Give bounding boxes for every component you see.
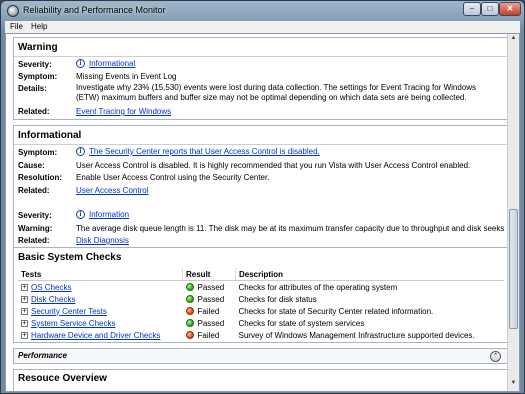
performance-title: Performance (18, 351, 67, 360)
details-label: Details: (18, 84, 47, 93)
scroll-up-icon[interactable]: ▲ (509, 35, 518, 45)
result-cell: Passed (183, 293, 236, 305)
menu-bar: File Help (5, 21, 520, 33)
resource-overview-title: Resouce Overview (18, 373, 107, 384)
description-cell: Checks for state of Security Center rela… (238, 306, 434, 316)
table-row: + OS Checks Passed Checks for attributes of… (18, 281, 504, 294)
table-row: + System Service Checks Passed Checks for s… (18, 317, 504, 329)
info-icon: i (76, 210, 85, 220)
symptom-value: i The Security Center reports that User A… (76, 147, 320, 157)
system-checks-section: Basic System Checks Tests Result Descrip… (13, 247, 508, 343)
resolution-value: Enable User Access Control using the Sec… (76, 173, 270, 182)
warning-label: Warning: (18, 224, 53, 233)
close-button[interactable]: ✕ (499, 2, 521, 16)
severity-link[interactable]: Information (89, 210, 129, 219)
result-text: Failed (197, 306, 220, 316)
expand-icon[interactable]: + (21, 331, 28, 339)
system-checks-title: Basic System Checks (18, 252, 122, 263)
description-cell: Checks for state of system services (238, 318, 365, 328)
test-link[interactable]: Disk Checks (31, 295, 75, 304)
title-bar[interactable]: Reliability and Performance Monitor – □ … (1, 1, 524, 21)
result-cell: Failed (183, 329, 236, 341)
test-link[interactable]: OS Checks (31, 283, 71, 292)
severity-link[interactable]: Informational (89, 59, 135, 68)
test-link[interactable]: Hardware Device and Driver Checks (31, 331, 160, 340)
severity-value: i Information (76, 210, 129, 220)
description-cell: Checks for attributes of the operating s… (238, 282, 398, 292)
warning-title: Warning (18, 42, 58, 53)
test-cell: + Security Center Tests (18, 305, 183, 317)
details-value: Investigate why 23% (15,530) events were… (76, 83, 477, 102)
report-pane: Warning Severity: i Informational Symptom… (5, 33, 520, 392)
test-cell: + Hardware Device and Driver Checks (18, 329, 183, 341)
expand-icon[interactable]: + (21, 319, 28, 327)
column-header-description[interactable]: Description (235, 268, 504, 281)
table-row: + Security Center Tests Failed Checks for s… (18, 305, 504, 317)
description-cell: Survey of Windows Management Infrastruct… (238, 330, 475, 340)
result-text: Passed (197, 318, 225, 328)
related-link[interactable]: Event Tracing for Windows (76, 107, 171, 116)
cause-value: User Access Control is disabled. It is h… (76, 161, 471, 170)
result-cell: Passed (183, 317, 236, 329)
result-text: Failed (197, 330, 220, 340)
passed-status-icon (185, 295, 194, 304)
resource-overview-section: Resouce Overview (13, 369, 508, 391)
checks-table: Tests Result Description + OS Checks Passe… (18, 268, 504, 341)
collapse-icon[interactable]: ⌃ (490, 351, 501, 362)
failed-status-icon (185, 331, 194, 340)
symptom-label: Symptom: (18, 148, 58, 157)
passed-status-icon (185, 283, 194, 292)
warning-value: The average disk queue length is 11. The… (76, 224, 505, 233)
severity-label: Severity: (18, 60, 52, 69)
table-row: + Disk Checks Passed Checks for disk status (18, 293, 504, 305)
related-label: Related: (18, 186, 50, 195)
expand-icon[interactable]: + (21, 307, 28, 315)
test-link[interactable]: System Service Checks (31, 319, 115, 328)
related-link[interactable]: Disk Diagnosis (76, 236, 129, 245)
app-icon (7, 5, 19, 17)
vertical-scrollbar[interactable]: ▲ ▼ (507, 34, 519, 391)
related-label: Related: (18, 236, 50, 245)
severity-value: i Informational (76, 59, 135, 69)
info-icon: i (76, 147, 85, 157)
test-cell: + OS Checks (18, 281, 183, 294)
divider (14, 56, 507, 57)
passed-status-icon (185, 319, 194, 328)
expand-icon[interactable]: + (21, 295, 28, 303)
warning-section: Warning Severity: i Informational Symptom… (13, 37, 508, 120)
window-title: Reliability and Performance Monitor (23, 5, 166, 15)
column-header-result[interactable]: Result (182, 268, 236, 281)
minimize-button[interactable]: – (463, 2, 481, 16)
result-cell: Failed (183, 305, 236, 317)
menu-help[interactable]: Help (31, 22, 47, 31)
column-header-tests[interactable]: Tests (18, 268, 183, 281)
maximize-button[interactable]: □ (481, 2, 499, 16)
app-window: Reliability and Performance Monitor – □ … (0, 0, 525, 394)
result-text: Passed (197, 282, 225, 292)
related-link[interactable]: User Access Control (76, 186, 148, 195)
table-row: + Hardware Device and Driver Checks Failed… (18, 329, 504, 341)
scroll-thumb[interactable] (509, 209, 518, 329)
result-text: Passed (197, 294, 225, 304)
scroll-down-icon[interactable]: ▼ (509, 380, 518, 390)
symptom-value: Missing Events in Event Log (76, 72, 177, 81)
related-label: Related: (18, 107, 50, 116)
test-cell: + System Service Checks (18, 317, 183, 329)
failed-status-icon (185, 307, 194, 316)
menu-file[interactable]: File (10, 22, 23, 31)
description-cell: Checks for disk status (238, 294, 317, 304)
divider (14, 144, 507, 145)
resolution-label: Resolution: (18, 173, 62, 182)
cause-label: Cause: (18, 161, 45, 170)
symptom-link[interactable]: The Security Center reports that User Ac… (89, 147, 320, 156)
expand-icon[interactable]: + (21, 283, 28, 291)
test-link[interactable]: Security Center Tests (31, 307, 107, 316)
symptom-label: Symptom: (18, 72, 58, 81)
severity-label: Severity: (18, 211, 52, 220)
result-cell: Passed (183, 281, 236, 294)
performance-section[interactable]: Performance ⌃ (13, 348, 508, 364)
informational-title: Informational (18, 130, 82, 141)
test-cell: + Disk Checks (18, 293, 183, 305)
info-icon: i (76, 59, 85, 69)
